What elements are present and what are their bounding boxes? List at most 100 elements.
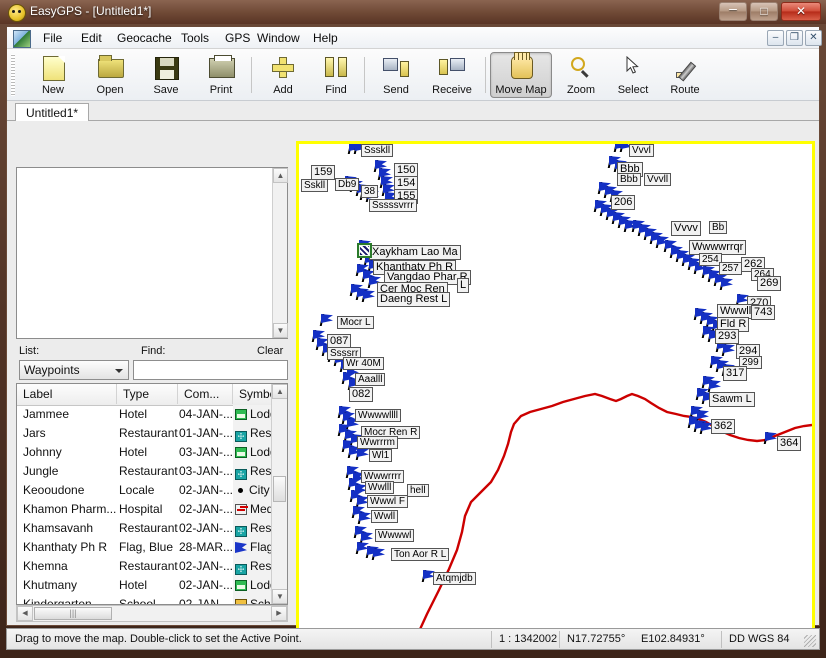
column-header-symbol[interactable]: Symbol [233,384,279,404]
window-maximize-button[interactable]: □ [750,2,778,21]
column-header-comment[interactable]: Com... [178,384,233,404]
table-row[interactable]: Jars Restaurant01-JAN-...☩Restau [17,424,274,443]
column-header-label[interactable]: Label [17,384,117,404]
map-waypoint-flag[interactable] [319,314,334,326]
notes-scroll-up-arrow[interactable]: ▲ [273,168,288,183]
map-waypoint-label[interactable]: Atqmjdb [433,572,476,585]
menu-geocache[interactable]: Geocache [111,30,178,46]
map-waypoint-label[interactable]: Wl1 [369,449,393,462]
map-waypoint-label[interactable]: 293 [715,329,740,344]
map-waypoint-label[interactable]: Db9 [335,178,360,191]
map-waypoint-label[interactable]: 743 [751,305,776,320]
find-input-wrapper[interactable] [133,360,288,380]
table-scroll-down-arrow[interactable]: ▼ [272,589,287,604]
window-minimize-button[interactable]: – [719,0,747,21]
table-row[interactable]: Jungle Restaurant03-JAN-...☩Restau [17,462,274,481]
map-waypoint-label[interactable]: 362 [711,419,736,434]
map-waypoint-label[interactable]: Wwlll [365,481,395,494]
map-waypoint-label[interactable]: 082 [349,387,374,402]
table-row[interactable]: Keooudone Locale 02-JAN-...City (S [17,481,274,500]
map-canvas[interactable]: Ssskll 159 Sskll Db9 38 150 154 155 Sssssvrrr Xay… [299,144,812,638]
table-scroll-left-arrow[interactable]: ◀ [17,606,33,621]
map-waypoint-label[interactable]: Sawm L [709,392,755,407]
map-waypoint-label[interactable]: hell [407,484,429,497]
toolbar-button-receive[interactable]: Receive [422,52,482,98]
column-header-type[interactable]: Type [117,384,178,404]
window-close-button[interactable]: ✕ [781,2,821,21]
map-view[interactable]: Ssskll 159 Sskll Db9 38 150 154 155 Sssssvrrr Xay… [296,141,815,641]
toolbar-button-open[interactable]: Open [84,52,136,98]
toolbar-button-new[interactable]: New [27,52,79,98]
tab-untitled1[interactable]: Untitled1* [15,103,90,122]
toolbar-button-zoom[interactable]: Zoom [555,52,607,98]
map-waypoint-flag[interactable] [707,380,722,392]
menu-tools[interactable]: Tools [175,30,215,46]
table-scroll-thumb[interactable] [273,476,286,502]
table-vertical-scrollbar[interactable]: ▲ ▼ [271,384,287,604]
notes-scroll-down-arrow[interactable]: ▼ [273,323,288,338]
map-waypoint-label[interactable]: 38 [361,185,379,198]
map-waypoint-label[interactable]: 159 [311,165,336,180]
toolbar-button-print[interactable]: Print [195,52,247,98]
map-waypoint-label[interactable]: Mocr L [337,316,374,329]
clear-button[interactable]: Clear [257,345,283,357]
find-input[interactable] [134,361,287,379]
table-row[interactable]: Johnny Hotel 03-JAN-...Lodgin [17,443,274,462]
map-waypoint-label[interactable]: Wwwwl [375,529,415,542]
map-waypoint-label[interactable]: 206 [611,195,636,210]
resize-grip[interactable] [804,635,816,647]
toolbar-button-route[interactable]: Route [659,52,711,98]
map-waypoint-label[interactable]: Wwwl F [367,495,408,508]
map-waypoint-label[interactable]: Xaykham Lao Ma [369,245,461,260]
mdi-restore-button[interactable]: ❐ [786,30,803,46]
map-waypoint-label[interactable]: 269 [757,276,782,291]
table-scroll-up-arrow[interactable]: ▲ [272,384,287,399]
toolbar-button-send[interactable]: Send [370,52,422,98]
map-waypoint-label[interactable]: 364 [777,436,802,451]
waypoint-table[interactable]: Label Type Com... Symbol Jammee Hotel 04-J… [16,383,288,605]
table-scroll-right-arrow[interactable]: ▶ [271,606,287,621]
map-waypoint-label[interactable]: Vvvl [629,144,654,157]
table-row[interactable]: Khemna Restaurant02-JAN-...☩Restau [17,557,274,576]
toolbar-button-select[interactable]: Select [607,52,659,98]
list-type-select[interactable]: Waypoints [19,360,129,380]
map-waypoint-label[interactable]: 317 [723,366,748,381]
map-waypoint-label[interactable]: Bb [709,221,728,234]
map-waypoint-label[interactable]: Sssssvrrr [369,199,417,212]
table-horizontal-scrollbar[interactable]: ◀ ||| ▶ [16,605,288,622]
map-waypoint-label[interactable]: Bbb [617,173,641,186]
map-waypoint-label[interactable]: Vvvv [671,221,701,236]
toolbar-gripper[interactable] [11,54,15,96]
table-row[interactable]: Kindergarten School 02-JAN-...Schoo [17,595,274,604]
map-waypoint-label[interactable]: Wwll [371,510,399,523]
map-waypoint-label[interactable]: Aaalll [355,373,386,386]
map-waypoint-flag[interactable] [371,548,386,560]
map-waypoint-label[interactable]: L [457,278,470,293]
notes-textarea[interactable]: ▲ ▼ [16,167,288,339]
map-waypoint-flag[interactable] [721,344,736,356]
toolbar-button-move-map[interactable]: Move Map [490,52,552,98]
map-waypoint-flag[interactable] [719,278,734,290]
notes-vertical-scrollbar[interactable]: ▲ ▼ [272,168,288,338]
table-hscroll-thumb[interactable]: ||| [34,607,112,620]
mdi-minimize-button[interactable]: – [767,30,784,46]
map-waypoint-label[interactable]: Vvvll [644,173,672,186]
table-row[interactable]: Khutmany Hotel 02-JAN-...Lodgin [17,576,274,595]
table-row[interactable]: Khamsavanh Restaurant02-JAN-...☩Restau [17,519,274,538]
map-waypoint-label[interactable]: Wr 40M [343,357,384,370]
table-row[interactable]: Khanthaty Ph R Flag, Blue 28-MAR...Flag, B [17,538,274,557]
map-waypoint-label[interactable]: Ton Aor R L [391,548,450,561]
map-waypoint-label[interactable]: 257 [719,262,742,275]
toolbar-button-find[interactable]: Find [310,52,362,98]
menu-edit[interactable]: Edit [75,30,108,46]
map-waypoint-label[interactable]: Wwwwllll [355,409,401,422]
map-waypoint-label[interactable]: Daeng Rest L [377,292,451,307]
table-row[interactable]: Khamon Pharm...Hospital 02-JAN-...Medic [17,500,274,519]
mdi-close-button[interactable]: ✕ [805,30,822,46]
map-waypoint-flag[interactable] [361,290,376,302]
map-waypoint-label[interactable]: Wwrrrm [357,436,398,449]
menu-file[interactable]: File [37,30,68,46]
toolbar-button-add[interactable]: Add [257,52,309,98]
toolbar-button-save[interactable]: Save [140,52,192,98]
menu-window[interactable]: Window [251,30,306,46]
